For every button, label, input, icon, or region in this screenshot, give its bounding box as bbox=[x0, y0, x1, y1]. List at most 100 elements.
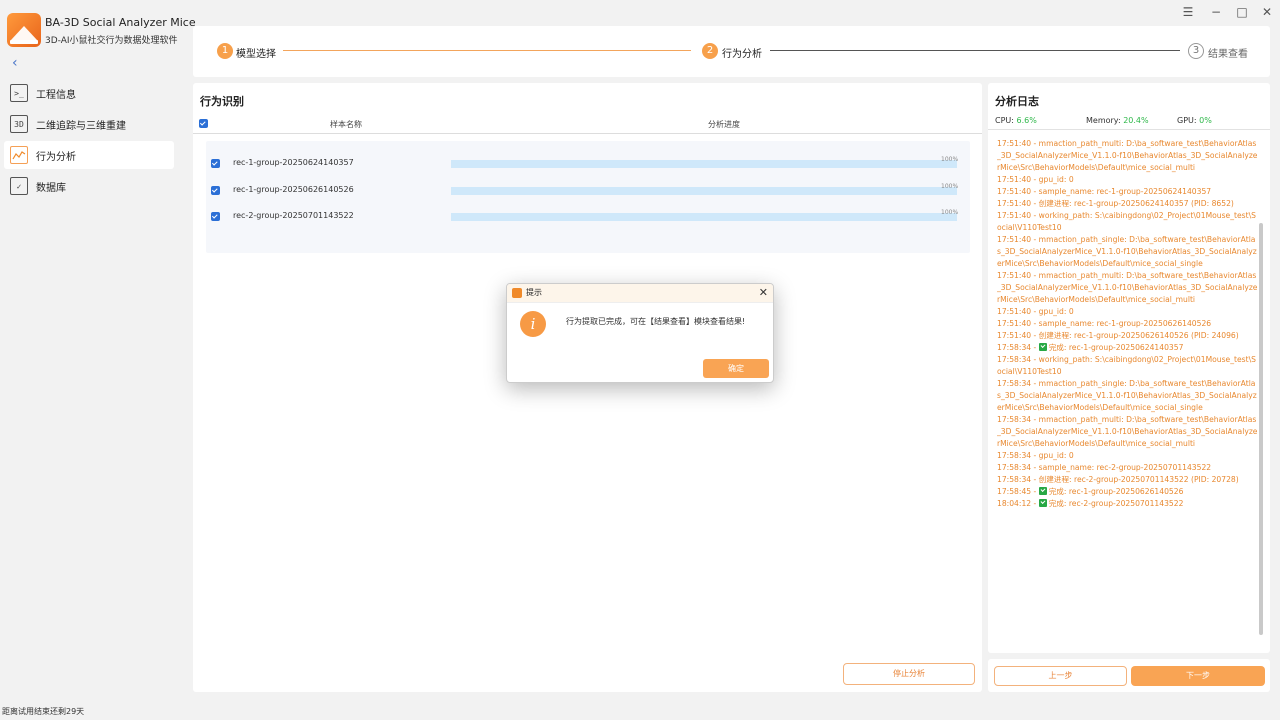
progress-fill bbox=[451, 213, 957, 221]
table-row: rec-2-group-20250701143522 100% bbox=[206, 205, 970, 229]
memory-value: 20.4% bbox=[1123, 116, 1149, 125]
sample-name: rec-1-group-20250624140357 bbox=[233, 158, 354, 167]
log-line: 17:58:34 - gpu_id: 0 bbox=[997, 451, 1074, 460]
sidebar-item-database[interactable]: ✓ 数据库 bbox=[4, 172, 174, 200]
log-line: 17:51:40 - sample_name: rec-1-group-2025… bbox=[997, 319, 1212, 328]
progress-percent: 100% bbox=[941, 156, 959, 163]
log-line: 17:51:40 - mmaction_path_multi: D:\ba_so… bbox=[997, 139, 1258, 172]
minimize-icon[interactable]: − bbox=[1209, 5, 1223, 19]
progress-bar: 100% bbox=[451, 183, 958, 195]
panel-title: 行为识别 bbox=[200, 95, 244, 108]
log-line: 17:51:40 - gpu_id: 0 bbox=[997, 307, 1074, 316]
app-logo-small-icon bbox=[512, 288, 522, 298]
log-line: 17:51:40 - mmaction_path_multi: D:\ba_so… bbox=[997, 271, 1258, 304]
table-header: 样本名称 分析进度 bbox=[193, 116, 982, 134]
progress-bar: 100% bbox=[451, 156, 958, 168]
step-2-number: 2 bbox=[702, 43, 718, 59]
column-header-progress: 分析进度 bbox=[708, 120, 740, 129]
log-line: 17:58:34 - mmaction_path_multi: D:\ba_so… bbox=[997, 415, 1258, 448]
close-icon[interactable]: ✕ bbox=[759, 286, 768, 299]
sidebar-item-behavior-analysis[interactable]: 行为分析 bbox=[4, 141, 174, 169]
log-line: 17:51:40 - mmaction_path_single: D:\ba_s… bbox=[997, 235, 1257, 268]
gpu-label: GPU: bbox=[1177, 116, 1197, 125]
progress-fill bbox=[451, 187, 957, 195]
progress-bar: 100% bbox=[451, 209, 958, 221]
menu-icon[interactable]: ☰ bbox=[1181, 5, 1195, 19]
log-line: 17:58:34 - 创建进程: rec-2-group-20250701143… bbox=[997, 475, 1239, 484]
app-title: BA-3D Social Analyzer Mice bbox=[45, 16, 196, 29]
step-1-label[interactable]: 模型选择 bbox=[236, 45, 276, 60]
confirm-button[interactable]: 确定 bbox=[703, 359, 769, 378]
log-line: 17:51:40 - working_path: S:\caibingdong\… bbox=[997, 211, 1256, 232]
log-line: 17:58:45 - 完成: rec-1-group-2025062614052… bbox=[997, 487, 1184, 496]
log-scrollbar[interactable] bbox=[1259, 223, 1263, 635]
3d-box-icon: 3D bbox=[10, 115, 28, 133]
check-icon bbox=[1038, 499, 1047, 507]
check-icon bbox=[1038, 487, 1047, 495]
stop-analysis-button[interactable]: 停止分析 bbox=[843, 663, 975, 685]
table-row: rec-1-group-20250626140526 100% bbox=[206, 179, 970, 203]
step-1-number: 1 bbox=[217, 43, 233, 59]
progress-percent: 100% bbox=[941, 209, 959, 216]
dialog-header: 提示 ✕ bbox=[507, 284, 773, 303]
memory-label: Memory: bbox=[1086, 116, 1121, 125]
back-arrow-icon[interactable]: ‹ bbox=[12, 56, 26, 70]
log-line: 18:04:12 - 完成: rec-2-group-2025070114352… bbox=[997, 499, 1184, 508]
log-line: 17:51:40 - sample_name: rec-1-group-2025… bbox=[997, 187, 1212, 196]
select-all-checkbox[interactable] bbox=[199, 119, 208, 128]
next-step-button[interactable]: 下一步 bbox=[1131, 666, 1265, 686]
sidebar-item-tracking[interactable]: 3D 二维追踪与三维重建 bbox=[4, 110, 174, 138]
sidebar-item-label: 数据库 bbox=[36, 182, 66, 194]
workflow-stepper: 1 模型选择 2 行为分析 3 结果查看 bbox=[193, 26, 1270, 77]
log-output: 17:51:40 - mmaction_path_multi: D:\ba_so… bbox=[997, 138, 1259, 638]
log-line: 17:58:34 - 完成: rec-1-group-2025062414035… bbox=[997, 343, 1184, 352]
step-navigation: 上一步 下一步 bbox=[988, 659, 1270, 692]
row-checkbox[interactable] bbox=[211, 159, 220, 168]
cpu-stat: CPU: 6.6% bbox=[995, 116, 1037, 125]
memory-stat: Memory: 20.4% bbox=[1086, 116, 1149, 125]
table-row: rec-1-group-20250624140357 100% bbox=[206, 152, 970, 176]
sidebar-item-label: 行为分析 bbox=[36, 151, 76, 163]
close-window-icon[interactable]: ✕ bbox=[1260, 5, 1274, 19]
database-checklist-icon: ✓ bbox=[10, 177, 28, 195]
trial-notice: 距离试用结束还剩29天 bbox=[2, 707, 85, 716]
check-icon bbox=[1038, 343, 1047, 351]
sidebar-item-label: 二维追踪与三维重建 bbox=[36, 120, 126, 132]
step-connector-1 bbox=[283, 50, 691, 51]
gpu-stat: GPU: 0% bbox=[1177, 116, 1212, 125]
column-header-name: 样本名称 bbox=[330, 120, 362, 129]
sample-name: rec-2-group-20250701143522 bbox=[233, 211, 354, 220]
progress-percent: 100% bbox=[941, 183, 959, 190]
sidebar-item-project-info[interactable]: >_ 工程信息 bbox=[4, 79, 174, 107]
log-line: 17:58:34 - sample_name: rec-2-group-2025… bbox=[997, 463, 1212, 472]
log-title: 分析日志 bbox=[995, 95, 1039, 108]
app-subtitle: 3D-AI小鼠社交行为数据处理软件 bbox=[45, 36, 178, 46]
gpu-value: 0% bbox=[1199, 116, 1212, 125]
log-line: 17:58:34 - working_path: S:\caibingdong\… bbox=[997, 355, 1256, 376]
behavior-recognition-panel: 行为识别 样本名称 分析进度 rec-1-group-2025062414035… bbox=[193, 83, 982, 692]
previous-step-button[interactable]: 上一步 bbox=[994, 666, 1127, 686]
row-checkbox[interactable] bbox=[211, 186, 220, 195]
app-logo bbox=[7, 13, 41, 47]
sidebar-nav: >_ 工程信息 3D 二维追踪与三维重建 行为分析 ✓ 数据库 bbox=[4, 79, 174, 203]
step-connector-2 bbox=[770, 50, 1180, 51]
cpu-label: CPU: bbox=[995, 116, 1014, 125]
row-checkbox[interactable] bbox=[211, 212, 220, 221]
log-line: 17:51:40 - 创建进程: rec-1-group-20250624140… bbox=[997, 199, 1234, 208]
log-line: 17:51:40 - 创建进程: rec-1-group-20250626140… bbox=[997, 331, 1239, 340]
completion-dialog: 提示 ✕ i 行为提取已完成，可在【结果查看】模块查看结果! 确定 bbox=[506, 283, 774, 383]
step-2-label[interactable]: 行为分析 bbox=[722, 45, 762, 60]
terminal-icon: >_ bbox=[10, 84, 28, 102]
step-3-number: 3 bbox=[1188, 43, 1204, 59]
divider bbox=[988, 129, 1270, 130]
dialog-message: 行为提取已完成，可在【结果查看】模块查看结果! bbox=[566, 317, 746, 326]
sidebar-item-label: 工程信息 bbox=[36, 89, 76, 101]
maximize-icon[interactable]: □ bbox=[1235, 5, 1249, 19]
step-3-label[interactable]: 结果查看 bbox=[1208, 45, 1248, 60]
sample-list: rec-1-group-20250624140357 100% rec-1-gr… bbox=[206, 141, 970, 253]
progress-fill bbox=[451, 160, 957, 168]
info-icon: i bbox=[520, 311, 546, 337]
log-line: 17:51:40 - gpu_id: 0 bbox=[997, 175, 1074, 184]
cpu-value: 6.6% bbox=[1016, 116, 1037, 125]
chart-analysis-icon bbox=[10, 146, 28, 164]
